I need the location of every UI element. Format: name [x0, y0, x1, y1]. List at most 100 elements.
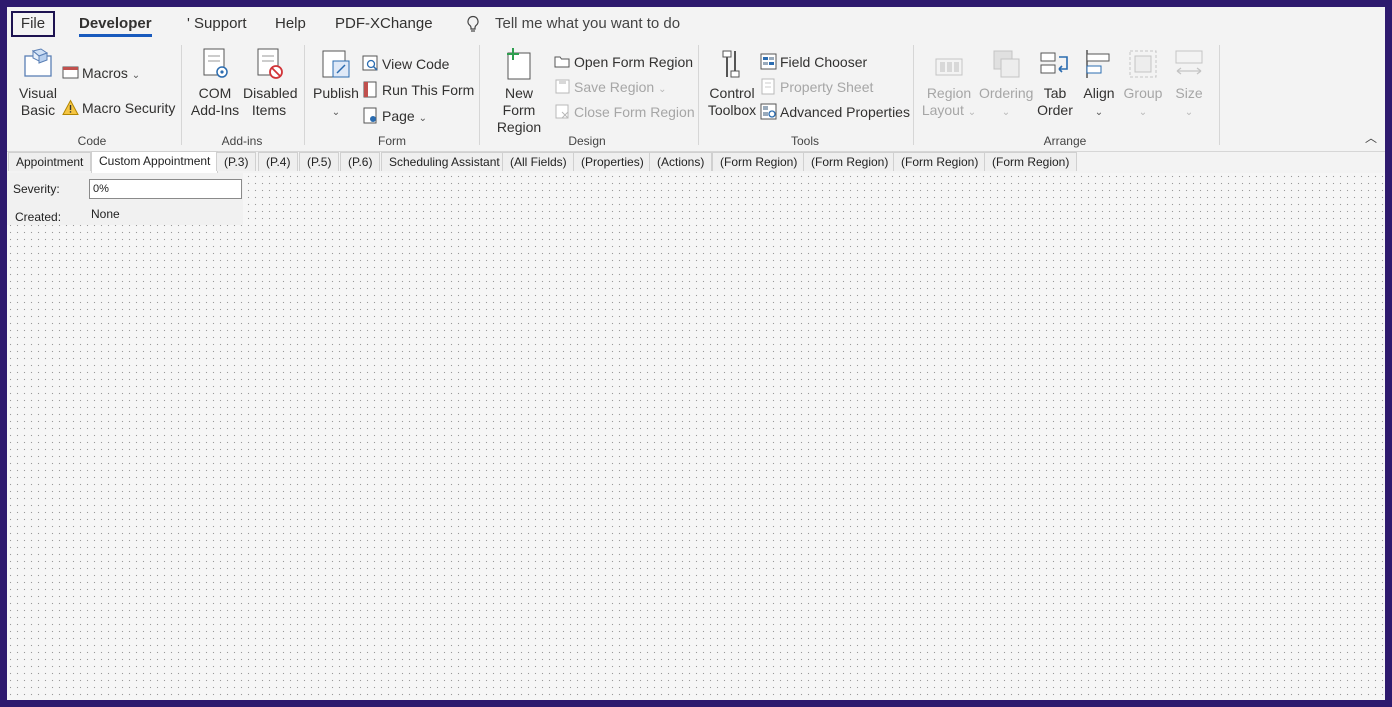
- page-icon: [363, 107, 377, 124]
- page-label: Page: [382, 108, 415, 124]
- group-button[interactable]: Group ⌄: [1123, 47, 1163, 121]
- group-separator: [698, 45, 699, 145]
- outlook-form-designer-window: File Developer ' Support Help PDF-XChang…: [7, 7, 1385, 700]
- chevron-down-icon: ⌄: [1094, 107, 1104, 118]
- page-tab[interactable]: (Form Region): [803, 152, 897, 171]
- tab-help[interactable]: Help: [275, 15, 306, 32]
- group-label-code: Code: [77, 134, 107, 148]
- group-icon: [1129, 50, 1157, 78]
- page-tab[interactable]: Appointment: [8, 152, 92, 171]
- com-addins-button[interactable]: COM Add-Ins: [189, 47, 241, 119]
- group-separator: [479, 45, 480, 145]
- control-toolbox-label: Control Toolbox: [707, 85, 757, 118]
- chevron-down-icon: ⌄: [131, 70, 141, 81]
- run-this-form-button[interactable]: Run This Form: [362, 80, 474, 100]
- tab-developer[interactable]: Developer: [79, 15, 152, 37]
- ordering-icon: [993, 50, 1020, 78]
- size-label: Size: [1175, 85, 1203, 101]
- align-button[interactable]: Align ⌄: [1079, 47, 1119, 121]
- ribbon-tab-bar: File Developer ' Support Help PDF-XChang…: [7, 7, 1385, 41]
- macros-label: Macros: [82, 65, 128, 81]
- page-tab[interactable]: (Form Region): [984, 152, 1078, 171]
- ribbon: Visual Basic Macros ⌄ Macro Security Cod…: [7, 41, 1385, 152]
- page-tab[interactable]: (P.5): [299, 152, 340, 171]
- new-form-region-button[interactable]: New Form Region: [487, 47, 551, 136]
- close-form-region-button[interactable]: Close Form Region: [554, 102, 695, 122]
- warning-icon: [62, 99, 79, 115]
- region-layout-button[interactable]: Region Layout ⌄: [921, 47, 977, 121]
- tab-order-icon: [1040, 52, 1068, 74]
- chevron-down-icon: ⌄: [967, 107, 977, 118]
- view-code-button[interactable]: View Code: [362, 54, 449, 74]
- visual-basic-label: Visual Basic: [19, 85, 57, 118]
- macro-security-button[interactable]: Macro Security: [62, 98, 175, 118]
- visual-basic-button[interactable]: Visual Basic: [15, 47, 61, 119]
- created-label: Created:: [15, 210, 62, 224]
- page-tab[interactable]: (P.6): [340, 152, 381, 171]
- group-separator: [913, 45, 914, 145]
- save-icon: [555, 79, 570, 94]
- created-value: None: [91, 207, 120, 221]
- macro-security-label: Macro Security: [82, 100, 176, 116]
- tell-me-search[interactable]: Tell me what you want to do: [495, 15, 680, 32]
- size-icon: [1175, 50, 1203, 75]
- tab-pdf-xchange[interactable]: PDF-XChange: [335, 15, 433, 32]
- chevron-down-icon: ⌄: [418, 113, 427, 124]
- ordering-label: Ordering: [979, 85, 1034, 101]
- com-addins-icon: [203, 48, 228, 78]
- group-label-design: Design: [568, 134, 606, 148]
- publish-button[interactable]: Publish ⌄: [313, 47, 359, 121]
- tab-support[interactable]: ' Support: [187, 15, 247, 32]
- page-tab[interactable]: (All Fields): [502, 152, 575, 171]
- chevron-down-icon: ⌄: [1184, 107, 1194, 118]
- field-chooser-button[interactable]: Field Chooser: [760, 52, 867, 72]
- property-sheet-button[interactable]: Property Sheet: [760, 77, 873, 97]
- tab-file[interactable]: File: [11, 11, 55, 37]
- advanced-properties-button[interactable]: Advanced Properties: [760, 102, 910, 122]
- chevron-down-icon: ⌄: [1001, 107, 1011, 118]
- publish-icon: [322, 50, 350, 78]
- advanced-properties-icon: [760, 103, 777, 120]
- tab-order-button[interactable]: Tab Order: [1035, 47, 1075, 119]
- form-design-surface[interactable]: Severity: 0% Created: None: [7, 173, 1385, 700]
- group-label-form: Form: [378, 134, 406, 148]
- page-tab-selected[interactable]: Custom Appointment: [91, 151, 219, 173]
- macros-button[interactable]: Macros ⌄: [62, 63, 140, 83]
- property-sheet-label: Property Sheet: [780, 79, 874, 95]
- disabled-items-button[interactable]: Disabled Items: [243, 47, 297, 119]
- group-label-arrange: Arrange: [1043, 134, 1087, 148]
- run-form-icon: [363, 81, 377, 98]
- collapse-ribbon-icon[interactable]: ︿: [1365, 129, 1377, 146]
- page-tab[interactable]: (Form Region): [893, 152, 987, 171]
- page-button[interactable]: Page ⌄: [362, 106, 427, 126]
- advanced-properties-label: Advanced Properties: [780, 104, 910, 120]
- group-label: Group: [1123, 85, 1163, 101]
- page-tab[interactable]: (Form Region): [712, 152, 806, 171]
- page-tab[interactable]: (Actions): [649, 152, 713, 171]
- group-separator: [1219, 45, 1220, 145]
- run-this-form-label: Run This Form: [382, 82, 475, 98]
- lightbulb-icon: [467, 15, 479, 32]
- page-tab[interactable]: (Properties): [573, 152, 652, 171]
- size-button[interactable]: Size ⌄: [1169, 47, 1209, 121]
- close-region-icon: [555, 104, 569, 119]
- view-code-label: View Code: [382, 56, 450, 72]
- control-toolbox-button[interactable]: Control Toolbox: [707, 47, 757, 119]
- visual-basic-icon: [24, 48, 52, 77]
- view-code-icon: [362, 55, 378, 71]
- save-region-button[interactable]: Save Region ⌄: [554, 77, 666, 97]
- group-separator: [304, 45, 305, 145]
- severity-field[interactable]: 0%: [89, 179, 242, 199]
- com-addins-label: COM Add-Ins: [190, 85, 240, 118]
- toolbox-icon: [722, 50, 740, 78]
- macros-icon: [62, 66, 79, 79]
- page-tab[interactable]: Scheduling Assistant: [381, 152, 508, 171]
- publish-label: Publish: [313, 85, 359, 101]
- page-tab[interactable]: (P.4): [258, 152, 299, 171]
- align-icon: [1086, 50, 1110, 78]
- page-tab[interactable]: (P.3): [216, 152, 257, 171]
- open-form-region-button[interactable]: Open Form Region: [554, 52, 693, 72]
- ordering-button[interactable]: Ordering ⌄: [979, 47, 1033, 121]
- group-label-add-ins: Add-ins: [221, 134, 263, 148]
- property-sheet-icon: [761, 78, 775, 95]
